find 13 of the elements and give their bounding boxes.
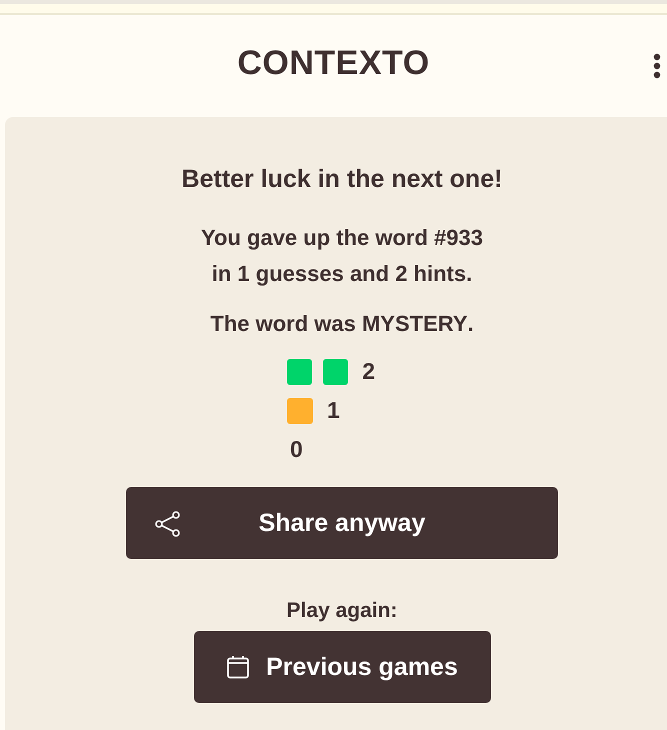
guess-count: 1 [327,397,340,424]
play-again-label: Play again: [286,599,398,623]
result-summary: You gave up the word #933 in 1 guesses and 2 hints. [200,224,483,288]
share-button[interactable]: Share anyway [126,487,558,559]
guess-count: 2 [362,358,375,385]
result-heading: Better luck in the next one! [182,165,502,194]
answer-text: The word was MYSTERY. [210,310,474,338]
calendar-icon [226,655,250,679]
previous-games-button[interactable]: Previous games [194,631,490,703]
menu-icon[interactable] [653,53,661,79]
guess-count: 0 [290,436,303,463]
app-title: CONTEXTO [237,44,430,82]
share-icon [154,511,182,537]
